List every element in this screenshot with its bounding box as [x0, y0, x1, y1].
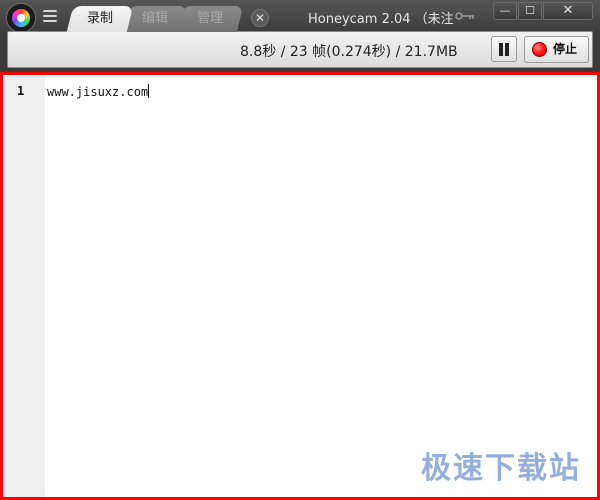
- recording-stats: 8.8秒 / 23 帧(0.274秒) / 21.7MB: [240, 44, 458, 60]
- line-number-gutter: 1: [3, 75, 45, 497]
- app-logo-icon[interactable]: [6, 3, 36, 33]
- tab-record-label: 录制: [86, 11, 113, 26]
- maximize-button[interactable]: ☐: [518, 2, 542, 20]
- stop-button[interactable]: 停止: [524, 36, 589, 63]
- app-title: Honeycam 2.04 （未注: [308, 12, 454, 27]
- editor-line[interactable]: www.jisuxz.com: [47, 84, 150, 99]
- menu-icon[interactable]: [43, 10, 57, 22]
- title-bar: 录制 编辑 管理 ✕ Honeycam 2.04 （未注 — ☐ ✕: [0, 0, 600, 33]
- key-icon: [455, 12, 474, 20]
- tab-manage-label: 管理: [196, 11, 223, 26]
- minimize-button[interactable]: —: [493, 2, 517, 20]
- watermark: 极速下载站: [421, 451, 581, 486]
- tab-record[interactable]: 录制: [66, 6, 134, 32]
- stop-label: 停止: [553, 42, 578, 56]
- close-tab-icon[interactable]: ✕: [251, 9, 269, 27]
- recording-toolbar: 8.8秒 / 23 帧(0.274秒) / 21.7MB 停止: [7, 31, 593, 68]
- capture-region[interactable]: 1 www.jisuxz.com 极速下载站: [0, 72, 600, 500]
- tab-edit-label: 编辑: [142, 11, 169, 26]
- pause-button[interactable]: [491, 36, 517, 62]
- record-dot-icon: [532, 42, 547, 57]
- tab-edit[interactable]: 编辑: [122, 6, 188, 32]
- close-button[interactable]: ✕: [543, 2, 593, 20]
- tab-manage[interactable]: 管理: [176, 6, 244, 32]
- editor-text: www.jisuxz.com: [47, 85, 149, 99]
- line-number: 1: [17, 84, 25, 98]
- text-caret: [148, 84, 150, 98]
